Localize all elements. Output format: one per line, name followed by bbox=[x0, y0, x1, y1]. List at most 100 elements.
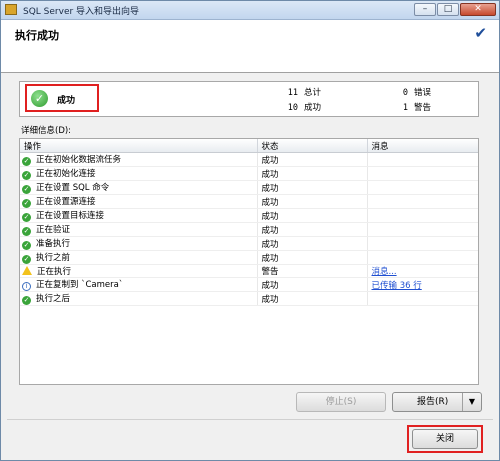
success-status-badge: ✓ 成功 bbox=[25, 84, 99, 112]
action-cell: ✓ 正在初始化数据流任务 bbox=[20, 152, 258, 167]
details-label: 详细信息(D): bbox=[21, 126, 72, 136]
message-cell bbox=[367, 250, 478, 265]
table-row[interactable]: 正在执行 警告 消息... bbox=[20, 264, 478, 278]
action-cell: ✓ 执行之前 bbox=[20, 250, 258, 265]
window-title: SQL Server 导入和导出向导 bbox=[23, 7, 140, 17]
message-link[interactable]: 消息... bbox=[372, 267, 397, 277]
table-row[interactable]: ✓ 准备执行 成功 bbox=[20, 236, 478, 251]
column-header-message[interactable]: 消息 bbox=[367, 139, 478, 153]
success-icon: ✓ bbox=[22, 171, 31, 180]
action-cell: ✓ 正在初始化连接 bbox=[20, 166, 258, 181]
action-text: 执行之后 bbox=[36, 294, 71, 304]
column-header-status[interactable]: 状态 bbox=[257, 139, 368, 153]
status-cell: 成功 bbox=[257, 222, 368, 237]
close-button[interactable]: 关闭 bbox=[412, 429, 478, 449]
chevron-down-icon[interactable]: ▼ bbox=[462, 393, 481, 411]
total-stat: 11 总计 bbox=[286, 86, 321, 98]
wizard-window: SQL Server 导入和导出向导 – □ ✕ 执行成功 ✔ ✓ 成功 11 总… bbox=[0, 0, 500, 461]
footer-divider bbox=[7, 419, 493, 420]
warning-label: 警告 bbox=[414, 103, 432, 113]
success-icon: ✓ bbox=[22, 241, 31, 250]
table-row[interactable]: ✓ 正在验证 成功 bbox=[20, 222, 478, 237]
message-cell bbox=[367, 208, 478, 223]
success-icon: ✓ bbox=[22, 255, 31, 264]
maximize-button[interactable]: □ bbox=[437, 3, 459, 16]
message-cell bbox=[367, 152, 478, 167]
message-cell: 已传输 36 行 bbox=[367, 277, 478, 292]
warning-count: 1 bbox=[402, 103, 408, 113]
status-cell: 成功 bbox=[257, 291, 368, 306]
stop-button[interactable]: 停止(S) bbox=[296, 392, 386, 412]
status-cell: 成功 bbox=[257, 152, 368, 167]
success-icon: ✓ bbox=[22, 157, 31, 166]
message-cell bbox=[367, 194, 478, 209]
table-row[interactable]: ✓ 正在设置源连接 成功 bbox=[20, 194, 478, 209]
status-cell: 成功 bbox=[257, 166, 368, 181]
message-cell: 消息... bbox=[367, 264, 478, 278]
summary-panel: ✓ 成功 11 总计 10 成功 0 错误 1 警告 bbox=[19, 81, 479, 117]
table-row[interactable]: ✓ 正在初始化连接 成功 bbox=[20, 166, 478, 181]
status-cell: 成功 bbox=[257, 208, 368, 223]
action-text: 正在执行 bbox=[37, 267, 72, 277]
action-text: 正在设置源连接 bbox=[36, 197, 96, 207]
close-window-button[interactable]: ✕ bbox=[460, 3, 496, 16]
success-check-icon: ✓ bbox=[31, 90, 48, 107]
table-row[interactable]: ✓ 正在设置目标连接 成功 bbox=[20, 208, 478, 223]
action-cell: 正在执行 bbox=[20, 264, 258, 278]
success-icon: ✓ bbox=[22, 296, 31, 305]
success-icon: ✓ bbox=[22, 199, 31, 208]
total-label: 总计 bbox=[304, 88, 322, 98]
message-cell bbox=[367, 291, 478, 306]
details-grid[interactable]: 操作 状态 消息 ✓ 正在初始化数据流任务 成功 ✓ 正在初始化连接 成功 ✓ 正在设置 SQ… bbox=[19, 138, 479, 385]
message-cell bbox=[367, 236, 478, 251]
error-label: 错误 bbox=[414, 88, 432, 98]
status-cell: 成功 bbox=[257, 277, 368, 292]
table-row[interactable]: ✓ 正在初始化数据流任务 成功 bbox=[20, 152, 478, 167]
message-link[interactable]: 已传输 36 行 bbox=[372, 281, 422, 291]
table-row[interactable]: i 正在复制到 `Camera` 成功 已传输 36 行 bbox=[20, 277, 478, 292]
status-cell: 成功 bbox=[257, 236, 368, 251]
success-icon: ✓ bbox=[22, 227, 31, 236]
action-text: 正在复制到 `Camera` bbox=[36, 280, 124, 290]
message-cell bbox=[367, 166, 478, 181]
action-cell: ✓ 正在设置 SQL 命令 bbox=[20, 180, 258, 195]
action-text: 准备执行 bbox=[36, 239, 71, 249]
table-row[interactable]: ✓ 正在设置 SQL 命令 成功 bbox=[20, 180, 478, 195]
checkmark-logo-icon: ✔ bbox=[474, 24, 487, 42]
grid-header-row: 操作 状态 消息 bbox=[20, 139, 478, 153]
minimize-button[interactable]: – bbox=[414, 3, 436, 16]
success-icon: ✓ bbox=[22, 185, 31, 194]
action-cell: ✓ 正在设置源连接 bbox=[20, 194, 258, 209]
action-cell: ✓ 正在验证 bbox=[20, 222, 258, 237]
page-header: 执行成功 ✔ bbox=[1, 20, 499, 73]
column-header-action[interactable]: 操作 bbox=[20, 139, 258, 153]
message-cell bbox=[367, 222, 478, 237]
action-cell: ✓ 准备执行 bbox=[20, 236, 258, 251]
action-cell: i 正在复制到 `Camera` bbox=[20, 277, 258, 292]
report-button[interactable]: 报告(R) ▼ bbox=[392, 392, 482, 412]
total-count: 11 bbox=[287, 88, 298, 98]
status-cell: 成功 bbox=[257, 250, 368, 265]
report-button-label: 报告(R) bbox=[417, 397, 449, 407]
action-text: 正在设置目标连接 bbox=[36, 211, 105, 221]
success-label: 成功 bbox=[304, 103, 322, 113]
action-text: 正在初始化数据流任务 bbox=[36, 155, 122, 165]
action-cell: ✓ 正在设置目标连接 bbox=[20, 208, 258, 223]
status-cell: 警告 bbox=[257, 264, 368, 278]
info-icon: i bbox=[22, 282, 31, 291]
warning-icon bbox=[22, 266, 32, 275]
action-text: 正在初始化连接 bbox=[36, 169, 96, 179]
action-text: 正在验证 bbox=[36, 225, 71, 235]
error-count: 0 bbox=[402, 88, 408, 98]
success-icon: ✓ bbox=[22, 213, 31, 222]
table-row[interactable]: ✓ 执行之后 成功 bbox=[20, 291, 478, 306]
status-cell: 成功 bbox=[257, 180, 368, 195]
action-cell: ✓ 执行之后 bbox=[20, 291, 258, 306]
message-cell bbox=[367, 180, 478, 195]
table-row[interactable]: ✓ 执行之前 成功 bbox=[20, 250, 478, 265]
status-cell: 成功 bbox=[257, 194, 368, 209]
window-controls: – □ ✕ bbox=[413, 3, 496, 17]
page-title: 执行成功 bbox=[15, 29, 59, 42]
success-count: 10 bbox=[287, 103, 298, 113]
title-bar[interactable]: SQL Server 导入和导出向导 – □ ✕ bbox=[1, 1, 499, 20]
